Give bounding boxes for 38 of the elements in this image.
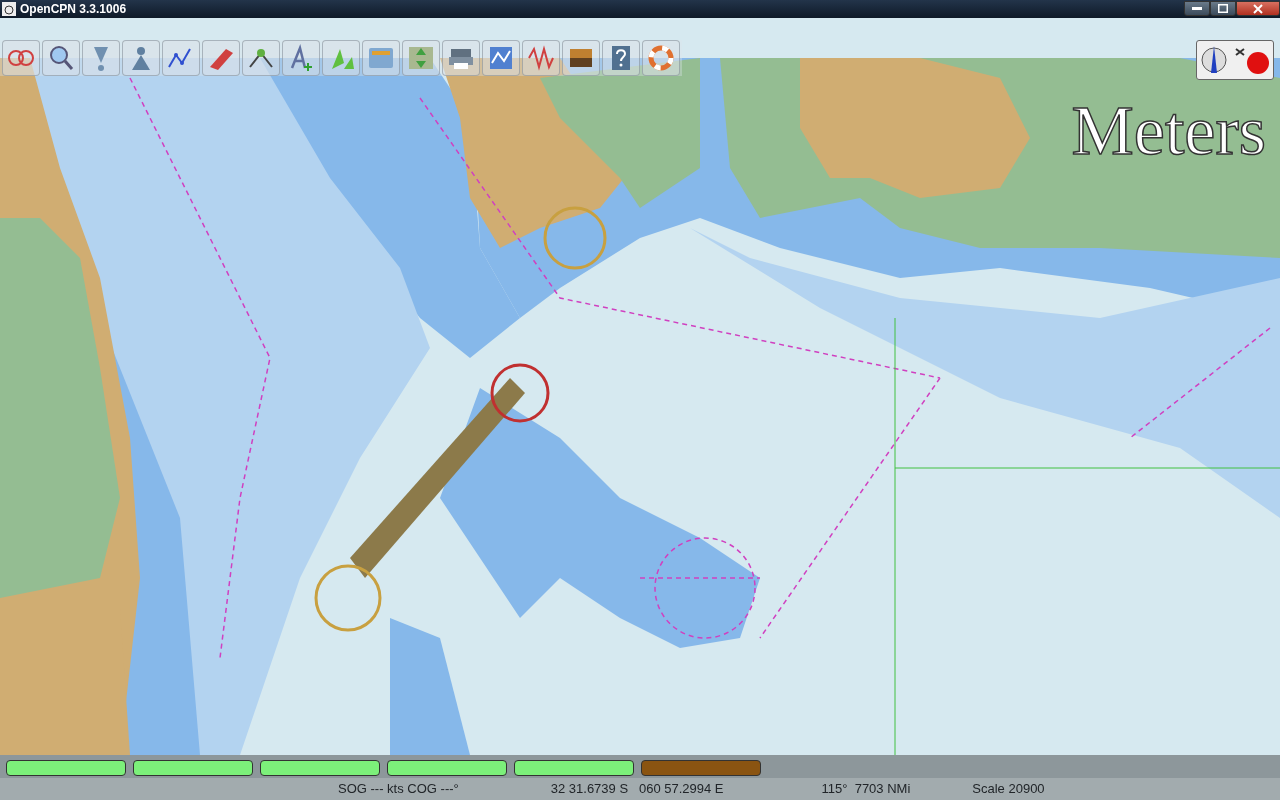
close-icon [1253, 3, 1263, 14]
chart-panel[interactable]: Meters [0, 18, 1280, 755]
toolbar-button[interactable] [602, 40, 640, 76]
toolbar-button[interactable] [442, 40, 480, 76]
depth-units-label: Meters [1071, 96, 1266, 166]
maximize-button[interactable] [1210, 1, 1236, 16]
lifebuoy-icon [646, 43, 676, 73]
light-ring [543, 206, 607, 270]
chart-key[interactable] [260, 760, 380, 776]
chart-key[interactable] [514, 760, 634, 776]
toolbar-button[interactable] [562, 40, 600, 76]
toolbar-button[interactable] [482, 40, 520, 76]
light-ring [314, 564, 382, 632]
app-icon [2, 2, 16, 16]
minimize-icon [1192, 7, 1202, 10]
maximize-icon [1218, 4, 1228, 13]
toolbar-button[interactable] [162, 40, 200, 76]
chart-key[interactable] [133, 760, 253, 776]
minimize-button[interactable] [1184, 1, 1210, 16]
window-title: OpenCPN 3.3.1006 [19, 1, 127, 18]
toolbar-button[interactable] [522, 40, 560, 76]
speed-readout: SOG --- kts COG ---° [338, 780, 459, 799]
gps-status-icon [1233, 45, 1270, 75]
toolbar-button[interactable] [122, 40, 160, 76]
close-button[interactable] [1236, 1, 1280, 16]
compass-widget[interactable] [1196, 40, 1274, 80]
scale-readout: Scale 20900 [972, 780, 1045, 799]
toolbar-button[interactable] [642, 40, 680, 76]
bearing-readout: 115° 7703 NMi [821, 780, 911, 799]
light-ring [490, 363, 550, 423]
chart-key[interactable] [6, 760, 126, 776]
toolbar-button[interactable] [242, 40, 280, 76]
toolbar-button[interactable] [2, 40, 40, 76]
position-readout: 32 31.6739 S 060 57.2994 E [550, 780, 724, 799]
toolbar-button[interactable] [282, 40, 320, 76]
chart-key[interactable] [387, 760, 507, 776]
toolbar-button[interactable] [42, 40, 80, 76]
toolbar-button[interactable] [202, 40, 240, 76]
